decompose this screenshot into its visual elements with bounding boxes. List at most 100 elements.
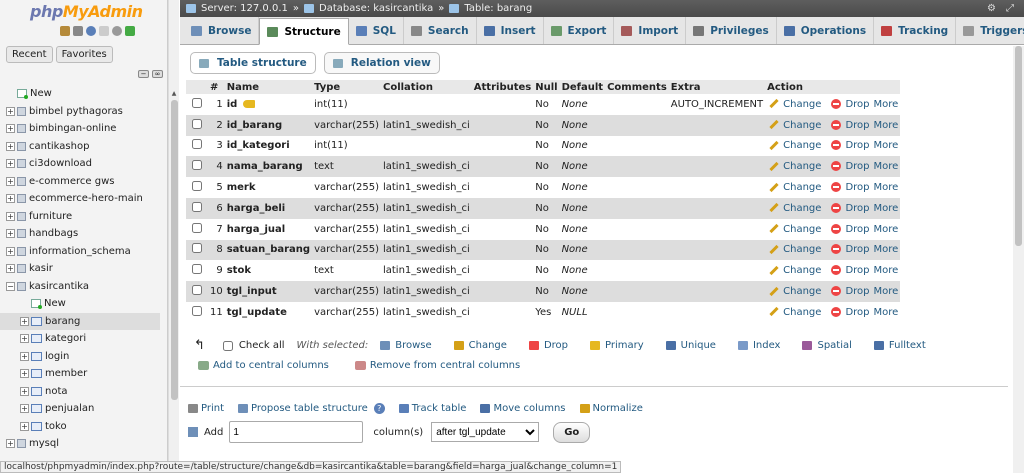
more-dropdown[interactable]: More bbox=[871, 281, 901, 302]
expand-icon[interactable]: + bbox=[6, 264, 15, 274]
tree-item[interactable]: + login bbox=[0, 348, 160, 366]
change-action[interactable]: Change bbox=[765, 239, 824, 261]
row-select[interactable] bbox=[186, 156, 208, 178]
tree-item[interactable]: + mysql bbox=[0, 435, 160, 453]
collapse-all-icon[interactable]: − bbox=[138, 70, 149, 78]
change-action[interactable]: Change bbox=[765, 260, 824, 282]
column-name[interactable]: id_barang bbox=[224, 114, 313, 136]
column-name[interactable]: merk bbox=[224, 177, 313, 198]
expand-icon[interactable]: + bbox=[20, 421, 29, 431]
more-dropdown[interactable]: More bbox=[871, 301, 901, 323]
breadcrumb-server[interactable]: Server: 127.0.0.1 bbox=[201, 3, 288, 14]
row-checkbox[interactable] bbox=[192, 243, 202, 254]
check-all-checkbox[interactable] bbox=[222, 340, 233, 351]
tree-item[interactable]: + ecommerce-hero-main bbox=[0, 190, 160, 208]
tab-privileges[interactable]: Privileges bbox=[686, 17, 777, 44]
link-icon[interactable]: ∞ bbox=[152, 70, 163, 78]
phpmyadmin-logo[interactable]: phpMyAdmin bbox=[0, 0, 167, 24]
settings-icon[interactable] bbox=[112, 26, 122, 36]
nav-scrollbar[interactable]: ▲ bbox=[168, 0, 179, 473]
with-selected-browse[interactable]: Browse bbox=[380, 340, 432, 351]
tree-item[interactable]: + barang bbox=[0, 312, 160, 330]
link-normalize[interactable]: Normalize bbox=[579, 403, 643, 414]
column-name[interactable]: id_kategori bbox=[224, 135, 313, 157]
tree-item[interactable]: + furniture bbox=[0, 208, 160, 226]
row-select[interactable] bbox=[186, 301, 208, 323]
link-propose-table-structure[interactable]: Propose table structure ? bbox=[238, 403, 385, 414]
docs-icon[interactable] bbox=[99, 26, 109, 36]
expand-icon[interactable]: + bbox=[6, 194, 15, 204]
more-dropdown[interactable]: More bbox=[871, 177, 901, 198]
help-icon[interactable]: ? bbox=[373, 403, 385, 414]
more-dropdown[interactable]: More bbox=[871, 218, 901, 240]
tree-item[interactable]: + information_schema bbox=[0, 243, 160, 261]
drop-action[interactable]: Drop bbox=[823, 135, 872, 157]
drop-action[interactable]: Drop bbox=[823, 239, 872, 261]
row-checkbox[interactable] bbox=[192, 222, 202, 233]
tree-item[interactable]: + handbags bbox=[0, 225, 160, 243]
remove-central-columns[interactable]: Remove from central columns bbox=[354, 360, 520, 371]
subtab-table-structure[interactable]: Table structure bbox=[190, 52, 316, 74]
tree-item[interactable]: +New bbox=[0, 295, 160, 313]
column-name[interactable]: harga_jual bbox=[224, 218, 313, 240]
row-select[interactable] bbox=[186, 260, 208, 282]
row-checkbox[interactable] bbox=[192, 139, 202, 150]
expand-icon[interactable]: + bbox=[6, 124, 15, 134]
drop-action[interactable]: Drop bbox=[823, 94, 872, 115]
column-name[interactable]: harga_beli bbox=[224, 197, 313, 219]
tab-sql[interactable]: SQL bbox=[349, 17, 404, 44]
row-select[interactable] bbox=[186, 177, 208, 198]
link-move-columns[interactable]: Move columns bbox=[480, 403, 566, 414]
tree-item[interactable]: + kategori bbox=[0, 330, 160, 348]
expand-icon[interactable]: + bbox=[20, 386, 29, 396]
change-action[interactable]: Change bbox=[765, 281, 824, 302]
favorites-button[interactable]: Favorites bbox=[55, 46, 113, 63]
row-checkbox[interactable] bbox=[192, 160, 202, 171]
tree-item[interactable]: + bimbel pythagoras bbox=[0, 103, 160, 121]
drop-action[interactable]: Drop bbox=[823, 156, 872, 178]
tab-export[interactable]: Export bbox=[544, 17, 615, 44]
tab-tracking[interactable]: Tracking bbox=[874, 17, 957, 44]
link-track-table[interactable]: Track table bbox=[398, 403, 466, 414]
tree-item[interactable]: + ci3download bbox=[0, 155, 160, 173]
row-checkbox[interactable] bbox=[192, 285, 202, 296]
tab-structure[interactable]: Structure bbox=[259, 18, 349, 45]
tab-insert[interactable]: Insert bbox=[477, 17, 544, 44]
with-selected-unique[interactable]: Unique bbox=[665, 340, 716, 351]
recent-button[interactable]: Recent bbox=[6, 46, 53, 63]
check-all[interactable]: Check all bbox=[222, 340, 285, 351]
main-scrollbar[interactable] bbox=[1013, 46, 1024, 473]
row-select[interactable] bbox=[186, 239, 208, 261]
tab-import[interactable]: Import bbox=[614, 17, 687, 44]
row-checkbox[interactable] bbox=[192, 181, 202, 192]
with-selected-change[interactable]: Change bbox=[453, 340, 507, 351]
change-action[interactable]: Change bbox=[765, 114, 824, 136]
change-action[interactable]: Change bbox=[765, 94, 824, 115]
row-select[interactable] bbox=[186, 94, 208, 115]
expand-icon[interactable]: + bbox=[6, 439, 15, 449]
expand-icon[interactable]: + bbox=[6, 141, 15, 151]
more-dropdown[interactable]: More bbox=[871, 239, 901, 261]
expand-icon[interactable]: + bbox=[6, 229, 15, 239]
more-dropdown[interactable]: More bbox=[871, 135, 901, 157]
column-name[interactable]: stok bbox=[224, 260, 313, 282]
row-select[interactable] bbox=[186, 197, 208, 219]
go-button[interactable]: Go bbox=[553, 421, 591, 443]
tree-item[interactable]: − kasircantika bbox=[0, 278, 160, 296]
drop-action[interactable]: Drop bbox=[823, 114, 872, 136]
tree-item[interactable]: + cantikashop bbox=[0, 138, 160, 156]
add-count-input[interactable] bbox=[229, 421, 364, 443]
row-select[interactable] bbox=[186, 114, 208, 136]
row-select[interactable] bbox=[186, 281, 208, 302]
tab-triggers[interactable]: Triggers bbox=[956, 17, 1024, 44]
tab-operations[interactable]: Operations bbox=[777, 17, 875, 44]
drop-action[interactable]: Drop bbox=[823, 260, 872, 282]
tab-search[interactable]: Search bbox=[404, 17, 477, 44]
expand-icon[interactable]: + bbox=[20, 351, 29, 361]
more-dropdown[interactable]: More bbox=[871, 260, 901, 282]
drop-action[interactable]: Drop bbox=[823, 197, 872, 219]
with-selected-drop[interactable]: Drop bbox=[528, 340, 568, 351]
row-checkbox[interactable] bbox=[192, 97, 202, 108]
tree-item[interactable]: + toko bbox=[0, 418, 160, 436]
expand-icon[interactable]: + bbox=[6, 159, 15, 169]
